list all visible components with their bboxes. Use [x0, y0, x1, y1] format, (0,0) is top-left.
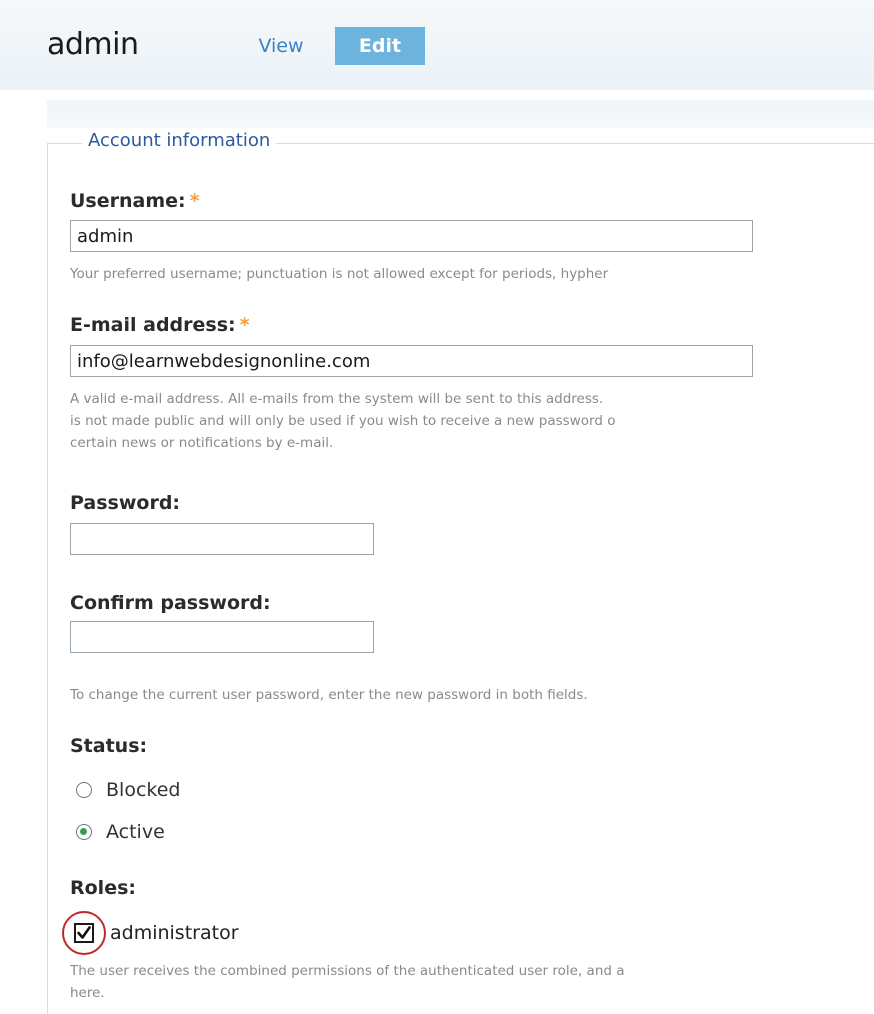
user-edit-page: admin View Edit Account information User… [0, 0, 874, 1014]
content-top-strip [47, 100, 874, 128]
username-input[interactable] [70, 220, 753, 252]
status-label: Status: [70, 735, 148, 757]
radio-blocked-label: Blocked [106, 779, 181, 801]
role-administrator[interactable]: administrator [62, 908, 239, 958]
required-marker: * [239, 314, 250, 336]
username-label-text: Username: [70, 190, 186, 212]
confirm-password-label: Confirm password: [70, 592, 271, 614]
administrator-checkbox[interactable] [74, 923, 94, 943]
radio-active[interactable] [76, 824, 92, 840]
email-label: E-mail address: * [70, 314, 250, 336]
status-option-active[interactable]: Active [76, 818, 165, 846]
email-description-line-3: certain news or notifications by e-mail. [70, 435, 334, 451]
password-label: Password: [70, 492, 181, 514]
username-description: Your preferred username; punctuation is … [70, 266, 609, 282]
highlight-circle [62, 911, 106, 955]
page-title: admin [47, 27, 139, 62]
radio-blocked[interactable] [76, 782, 92, 798]
tab-edit[interactable]: Edit [335, 27, 425, 65]
email-input[interactable] [70, 345, 753, 377]
tab-view[interactable]: View [250, 27, 312, 65]
check-icon [77, 926, 91, 939]
administrator-label: administrator [110, 922, 239, 944]
email-description-line-1: A valid e-mail address. All e-mails from… [70, 391, 604, 407]
status-option-blocked[interactable]: Blocked [76, 776, 180, 804]
required-marker: * [189, 190, 200, 212]
password-input[interactable] [70, 523, 374, 555]
confirm-password-input[interactable] [70, 621, 374, 653]
email-label-text: E-mail address: [70, 314, 236, 336]
password-description: To change the current user password, ent… [70, 687, 588, 703]
roles-description-line-2: here. [70, 985, 105, 1001]
email-description-line-2: is not made public and will only be used… [70, 413, 616, 429]
roles-label: Roles: [70, 877, 136, 899]
fieldset-legend: Account information [82, 130, 277, 151]
username-label: Username: * [70, 190, 200, 212]
roles-description-line-1: The user receives the combined permissio… [70, 963, 625, 979]
radio-active-label: Active [106, 821, 165, 843]
